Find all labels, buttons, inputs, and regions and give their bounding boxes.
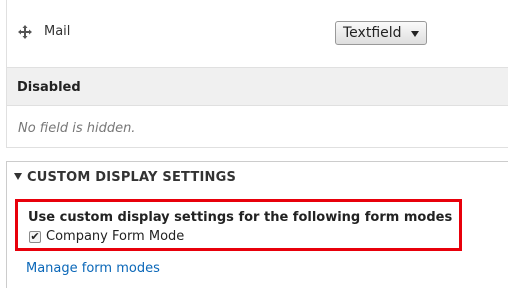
region-title-disabled: Disabled <box>6 67 508 106</box>
region-empty-message: No field is hidden. <box>6 106 508 148</box>
form-modes-fieldset: Use custom display settings for the foll… <box>15 199 462 251</box>
field-label: Mail <box>44 24 71 39</box>
manage-form-modes-link[interactable]: Manage form modes <box>26 261 160 276</box>
company-form-mode-checkbox[interactable]: ✔ <box>29 231 41 243</box>
checkbox-label[interactable]: Company Form Mode <box>46 229 184 244</box>
field-row-mail: Mail Textfield <box>6 0 508 67</box>
widget-select[interactable]: Textfield <box>335 21 427 45</box>
region-empty-message-text: No field is hidden. <box>18 121 136 136</box>
region-title-text: Disabled <box>17 80 81 95</box>
widget-select-value: Textfield <box>343 25 402 41</box>
details-summary[interactable]: CUSTOM DISPLAY SETTINGS <box>27 170 236 185</box>
custom-display-settings: CUSTOM DISPLAY SETTINGS Use custom displ… <box>6 161 508 288</box>
triangle-down-icon[interactable] <box>14 173 22 180</box>
chevron-down-icon <box>411 31 419 37</box>
move-cross-icon[interactable] <box>17 24 33 40</box>
page: Mail Textfield Disabled No field is hidd… <box>0 0 508 288</box>
fieldset-legend: Use custom display settings for the foll… <box>28 210 453 225</box>
